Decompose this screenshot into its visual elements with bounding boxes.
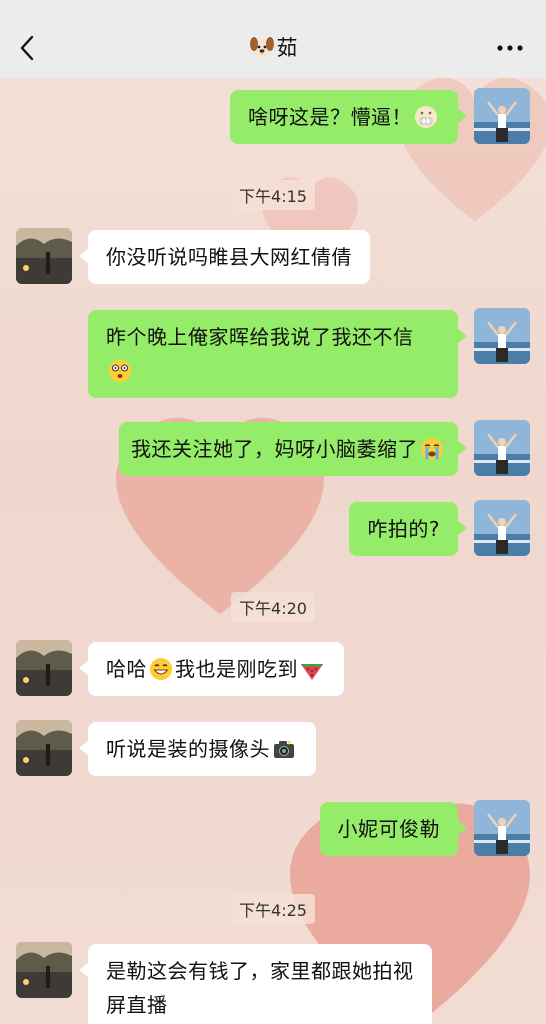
chat-title-text: 茹 [276, 36, 298, 60]
contact-avatar[interactable] [16, 640, 72, 696]
message-bubble[interactable]: 是勒这会有钱了，家里都跟她拍视 屏直播 [79, 944, 432, 1024]
message-bubble[interactable]: 听说是装的摄像头 [79, 722, 316, 776]
timestamp-text: 下午4:20 [231, 592, 315, 622]
camera-emoji [274, 740, 294, 758]
message-bubble[interactable]: 昨个晚上俺家晖给我说了我还不信 [88, 310, 467, 398]
timestamp: 下午4:25 [0, 894, 546, 924]
message-text: 你没听说吗睢县大网红倩倩 [106, 245, 352, 269]
message-bubble[interactable]: 你没听说吗睢县大网红倩倩 [79, 230, 370, 284]
message-text: 我还关注她了，妈呀小脑萎缩了 [131, 437, 418, 461]
message-text: 哈哈 [106, 657, 147, 681]
timestamp-text: 下午4:15 [231, 180, 315, 210]
dizzy-face-emoji [109, 360, 131, 382]
message-bubble[interactable]: 小妮可俊勒 [319, 802, 467, 856]
chat-header: 茹 [0, 0, 546, 78]
message-bubble[interactable]: 哈哈 我也是刚吃到 [79, 642, 344, 696]
message-text: 是勒这会有钱了，家里都跟她拍视 [106, 959, 414, 983]
crying-face-emoji [421, 438, 443, 460]
my-avatar[interactable] [474, 88, 530, 144]
message-text: 我也是刚吃到 [175, 657, 298, 681]
timestamp-text: 下午4:25 [231, 894, 315, 924]
message-text: 小妮可俊勒 [337, 817, 440, 841]
contact-avatar[interactable] [16, 942, 72, 998]
my-avatar[interactable] [474, 500, 530, 556]
message-bubble[interactable]: 我还关注她了，妈呀小脑萎缩了 [119, 422, 467, 476]
more-dots-icon[interactable] [496, 44, 524, 52]
grinning-face-emoji [150, 658, 172, 680]
my-avatar[interactable] [474, 420, 530, 476]
message-text: 听说是装的摄像头 [106, 737, 270, 761]
my-avatar[interactable] [474, 800, 530, 856]
watermelon-emoji [301, 664, 323, 680]
message-bubble[interactable]: 咋拍的? [349, 502, 467, 556]
message-text: 昨个晚上俺家晖给我说了我还不信 [106, 325, 414, 349]
message-text: 咋拍的? [367, 517, 440, 541]
chat-title: 茹 [0, 34, 546, 62]
message-text: 屏直播 [106, 993, 168, 1017]
message-bubble[interactable]: 啥呀这是？懵逼！ [230, 90, 467, 144]
message-text: 啥呀这是？懵逼！ [248, 105, 412, 129]
contact-avatar[interactable] [16, 720, 72, 776]
speechless-face-emoji [415, 106, 437, 128]
message-list[interactable]: 啥呀这是？懵逼！ 下午4:15 你没听说吗睢县大网红倩倩 昨个晚上俺家晖给我说了… [0, 78, 546, 1024]
dog-face-icon [249, 37, 274, 57]
timestamp: 下午4:20 [0, 592, 546, 622]
timestamp: 下午4:15 [0, 180, 546, 210]
my-avatar[interactable] [474, 308, 530, 364]
contact-avatar[interactable] [16, 228, 72, 284]
